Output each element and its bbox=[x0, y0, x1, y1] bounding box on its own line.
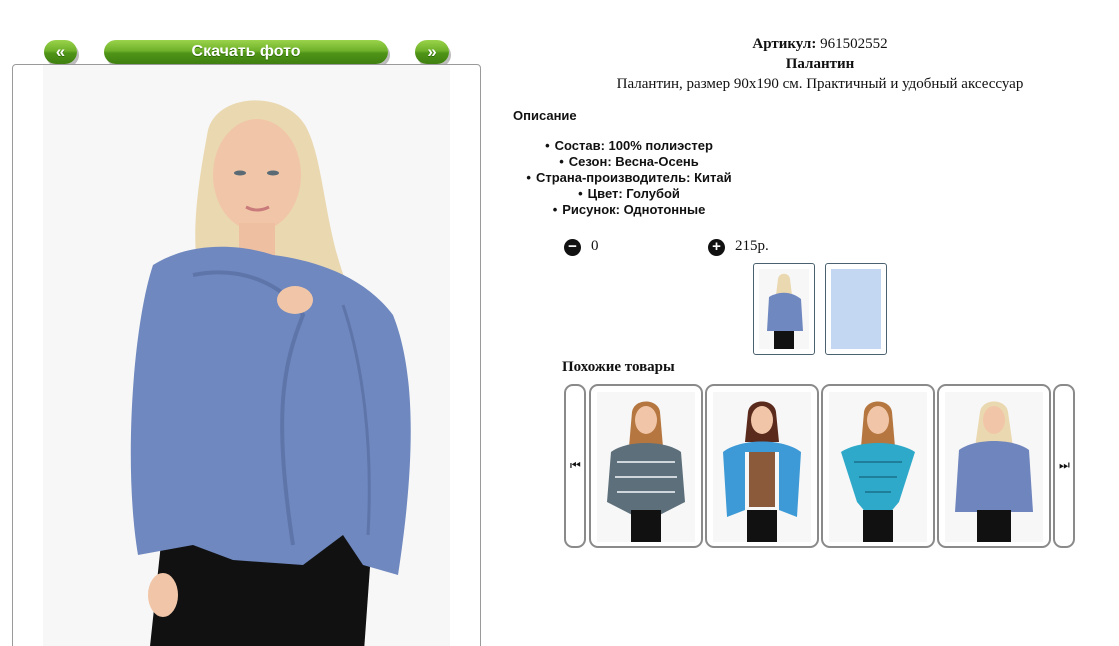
similar-product-image bbox=[829, 392, 927, 542]
main-product-photo bbox=[43, 65, 450, 646]
thumbnail-model[interactable] bbox=[753, 263, 815, 355]
article-line: Артикул: 961502552 bbox=[580, 36, 1060, 53]
thumbnail-image bbox=[831, 269, 881, 349]
similar-product-card[interactable] bbox=[821, 384, 935, 548]
prev-photo-button[interactable]: « bbox=[44, 40, 77, 64]
download-photo-button[interactable]: Скачать фото bbox=[104, 40, 388, 64]
article-label: Артикул: bbox=[752, 36, 817, 52]
product-name: Палантин bbox=[785, 56, 855, 72]
property-item: Состав: 100% полиэстер bbox=[500, 138, 758, 154]
minus-circle-icon[interactable]: − bbox=[564, 239, 581, 256]
property-item: Страна-производитель: Китай bbox=[500, 170, 758, 186]
properties-list: Состав: 100% полиэстер Сезон: Весна-Осен… bbox=[500, 138, 758, 218]
property-item: Сезон: Весна-Осень bbox=[500, 154, 758, 170]
article-number: 961502552 bbox=[820, 36, 888, 52]
similar-product-card[interactable] bbox=[705, 384, 819, 548]
skip-forward-icon: ⏭ bbox=[1059, 458, 1070, 472]
similar-product-card[interactable] bbox=[937, 384, 1051, 548]
carousel-prev-button[interactable]: ⏮ bbox=[564, 384, 586, 548]
main-photo-frame bbox=[12, 64, 481, 646]
similar-product-image bbox=[945, 392, 1043, 542]
thumbnail-fabric[interactable] bbox=[825, 263, 887, 355]
plus-circle-icon[interactable]: + bbox=[708, 239, 725, 256]
similar-product-image bbox=[713, 392, 811, 542]
product-description: Палантин, размер 90х190 см. Практичный и… bbox=[616, 76, 1024, 92]
similar-product-card[interactable] bbox=[589, 384, 703, 548]
price-value: 215р. bbox=[735, 238, 769, 254]
quantity-value: 0 bbox=[591, 238, 599, 254]
next-photo-button[interactable]: » bbox=[415, 40, 449, 64]
carousel-next-button[interactable]: ⏭ bbox=[1053, 384, 1075, 548]
thumbnail-image bbox=[759, 269, 809, 349]
description-heading: Описание bbox=[513, 108, 577, 123]
skip-back-icon: ⏮ bbox=[570, 458, 581, 472]
similar-products-title: Похожие товары bbox=[562, 359, 675, 375]
property-item: Цвет: Голубой bbox=[500, 186, 758, 202]
property-item: Рисунок: Однотонные bbox=[500, 202, 758, 218]
similar-product-image bbox=[597, 392, 695, 542]
